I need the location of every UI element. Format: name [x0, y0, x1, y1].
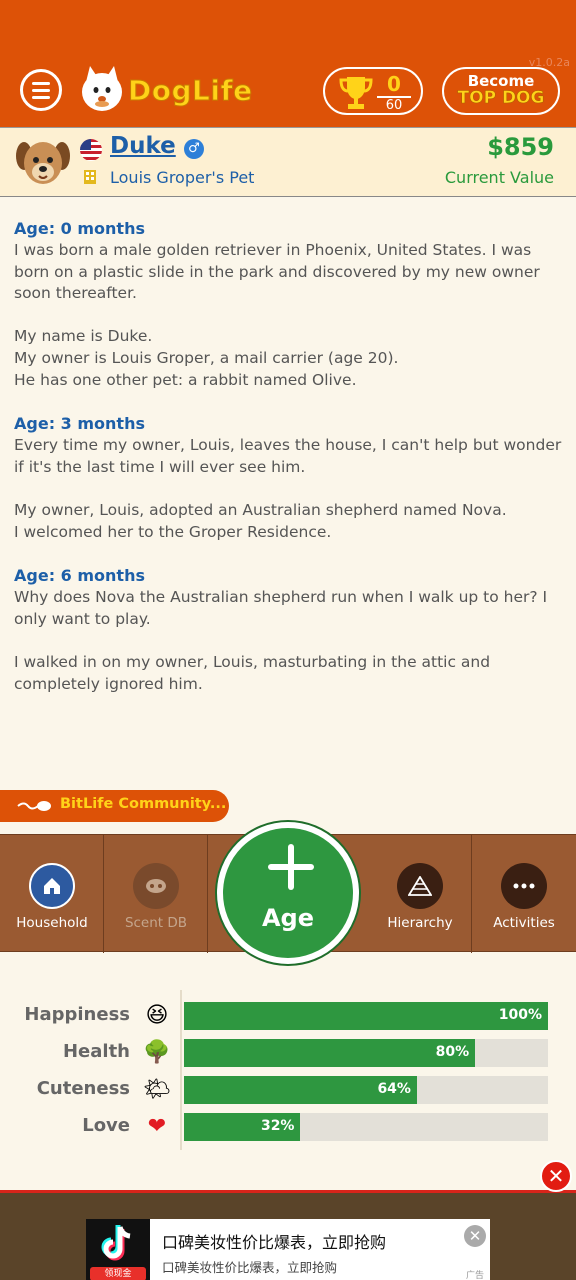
become-top-dog-button[interactable]: Become TOP DOG	[442, 67, 560, 115]
plus-icon	[268, 844, 314, 890]
stat-percent: 64%	[377, 1081, 411, 1097]
tiktok-logo-icon: 领现金	[86, 1219, 150, 1280]
app-logo-text: DogLife	[128, 74, 253, 108]
stat-bar: 64%	[184, 1076, 548, 1104]
stat-bar-fill: 100%	[184, 1002, 548, 1030]
story-entry: Age: 6 months Why does Nova the Australi…	[14, 565, 566, 695]
menu-line	[32, 88, 50, 92]
stat-row-happiness: Happiness 😆 100%	[0, 1002, 576, 1030]
dog-nose-icon	[133, 863, 179, 909]
stat-label: Cuteness	[36, 1078, 130, 1099]
story-paragraph: I was born a male golden retriever in Ph…	[14, 241, 540, 303]
ad-tag: 广告	[465, 1271, 484, 1280]
story-paragraph: My owner, Louis, adopted an Australian s…	[14, 500, 507, 541]
more-dots-icon	[501, 863, 547, 909]
story-paragraph: Why does Nova the Australian shepherd ru…	[14, 588, 548, 628]
story-entry: Age: 3 months Every time my owner, Louis…	[14, 413, 566, 543]
nav-activities-label: Activities	[493, 915, 555, 931]
owner-label: Louis Groper's Pet	[110, 168, 255, 187]
nav-scent-db[interactable]: Scent DB	[104, 835, 208, 953]
stats-panel: Happiness 😆 100% Health 🌳 80% Cuteness 🌤…	[0, 990, 576, 1150]
heart-icon: ❤	[147, 1114, 167, 1139]
trophy-total: 60	[385, 98, 403, 113]
close-ad-button[interactable]: ✕	[540, 1160, 572, 1192]
stat-row-love: Love ❤ 32%	[0, 1113, 576, 1141]
nav-household-label: Household	[16, 915, 88, 931]
stat-percent: 100%	[498, 1007, 542, 1023]
nav-hierarchy[interactable]: Hierarchy	[368, 835, 472, 953]
top-bar: v1.0.2a DogLife 0 60 Become TOP DOG	[0, 0, 576, 127]
story-paragraph: My name is Duke. My owner is Louis Grope…	[14, 327, 399, 389]
ad-title: 口碑美妆性价比爆表，立即抢购	[162, 1233, 387, 1252]
pet-value: $859	[487, 133, 554, 161]
top-dog-label: TOP DOG	[457, 88, 545, 109]
story-paragraph: I walked in on my owner, Louis, masturba…	[14, 652, 491, 693]
ad-card[interactable]: 领现金 口碑美妆性价比爆表，立即抢购 口碑美妆性价比爆表，立即抢购 ✕ 广告	[86, 1219, 490, 1280]
stat-row-cuteness: Cuteness 🌤 64%	[0, 1076, 576, 1104]
story-entry: Age: 0 months I was born a male golden r…	[14, 218, 566, 391]
stat-label: Happiness	[24, 1004, 130, 1025]
stat-bar: 80%	[184, 1039, 548, 1067]
bitlife-community-button[interactable]: BitLife Community...	[0, 790, 229, 822]
nav-household[interactable]: Household	[0, 835, 104, 953]
tree-icon: 🌳	[143, 1040, 171, 1065]
stat-bar: 32%	[184, 1113, 548, 1141]
ad-banner-area: 领现金 口碑美妆性价比爆表，立即抢购 口碑美妆性价比爆表，立即抢购 ✕ 广告	[0, 1190, 576, 1280]
laughing-face-icon: 😆	[145, 1003, 169, 1028]
life-story-log: Age: 0 months I was born a male golden r…	[14, 218, 566, 717]
stat-bar-fill: 64%	[184, 1076, 417, 1104]
age-button-label: Age	[261, 904, 315, 932]
stat-label: Love	[82, 1115, 130, 1136]
pet-value-label: Current Value	[444, 168, 554, 187]
trophy-count: 0	[387, 72, 401, 96]
nav-activities[interactable]: Activities	[472, 835, 576, 953]
stat-row-health: Health 🌳 80%	[0, 1039, 576, 1067]
pyramid-icon	[397, 863, 443, 909]
stat-bar-fill: 80%	[184, 1039, 476, 1067]
dog-avatar-icon[interactable]	[14, 136, 72, 188]
trophy-counter[interactable]: 0 60	[323, 67, 423, 115]
nav-scent-db-label: Scent DB	[124, 915, 188, 931]
pet-info-bar: Duke ♂ Louis Groper's Pet $859 Current V…	[0, 127, 576, 197]
community-label: BitLife Community...	[60, 796, 227, 812]
stat-percent: 80%	[435, 1044, 470, 1060]
age-heading: Age: 0 months	[14, 219, 145, 238]
stat-percent: 32%	[260, 1118, 295, 1134]
stat-label: Health	[62, 1041, 130, 1062]
ad-dismiss-button[interactable]: ✕	[464, 1225, 486, 1247]
age-button[interactable]: Age	[217, 822, 359, 964]
house-icon	[29, 863, 75, 909]
nav-hierarchy-label: Hierarchy	[387, 915, 453, 931]
menu-line	[32, 81, 50, 85]
stat-bar: 100%	[184, 1002, 548, 1030]
age-heading: Age: 3 months	[14, 414, 145, 434]
us-flag-icon	[80, 139, 102, 161]
age-heading: Age: 6 months	[14, 566, 145, 586]
sperm-icon	[17, 801, 51, 811]
stat-bar-fill: 32%	[184, 1113, 301, 1141]
ad-subtitle: 口碑美妆性价比爆表，立即抢购	[162, 1260, 338, 1275]
building-icon	[84, 170, 96, 184]
story-paragraph: Every time my owner, Louis, leaves the h…	[14, 436, 562, 476]
ad-badge: 领现金	[90, 1267, 146, 1280]
sun-cloud-icon: 🌤	[143, 1077, 171, 1102]
trophy-icon	[339, 77, 373, 109]
male-gender-icon: ♂	[184, 139, 204, 159]
pet-name-link[interactable]: Duke	[110, 133, 176, 159]
menu-button[interactable]	[20, 69, 62, 111]
menu-line	[32, 95, 50, 99]
dog-logo-icon	[82, 66, 122, 111]
